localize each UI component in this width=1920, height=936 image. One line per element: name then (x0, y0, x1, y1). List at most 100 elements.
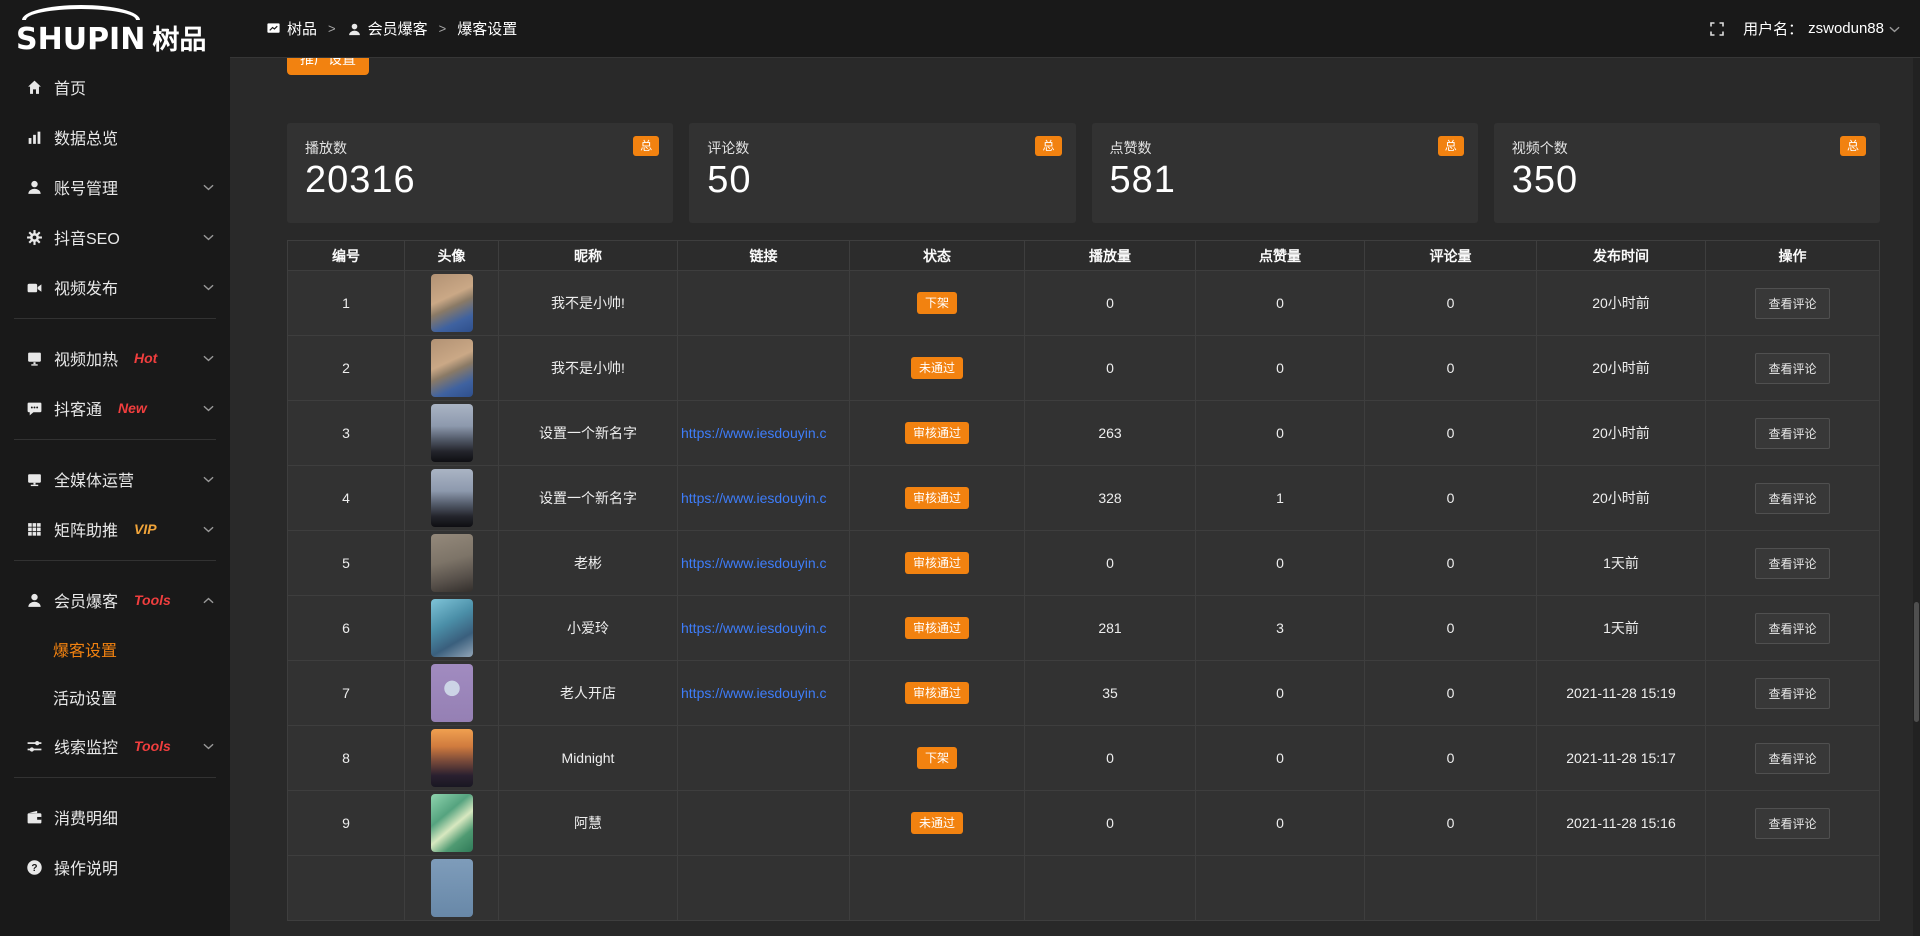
scrollbar-thumb[interactable] (1914, 602, 1919, 722)
sidebar-item-label: 抖音SEO (54, 225, 120, 249)
sidebar-badge-new: New (118, 400, 147, 416)
view-comments-button[interactable]: 查看评论 (1755, 808, 1829, 839)
sidebar: SHUPIN树品 首页数据总览账号管理抖音SEO 视频发布视频加热 Hot 抖客通Ne… (0, 0, 230, 936)
chevron-up-icon (203, 597, 214, 604)
cell-avatar (405, 596, 499, 661)
cell-time (1537, 856, 1706, 921)
sidebar-item-douyin-seo[interactable]: 抖音SEO (0, 212, 230, 262)
chat-icon (26, 400, 43, 417)
table-row: 9 阿慧 未通过 0 0 0 2021-11-28 15:16 查看评论 (288, 791, 1880, 856)
sidebar-item-data-overview[interactable]: 数据总览 (0, 112, 230, 162)
cell-status: 未通过 (850, 336, 1025, 401)
view-comments-button[interactable]: 查看评论 (1755, 353, 1829, 384)
sliders-icon (26, 738, 43, 755)
sidebar-menu: 首页数据总览账号管理抖音SEO 视频发布视频加热 Hot 抖客通New 全媒体运营矩阵助… (0, 58, 230, 892)
sidebar-item-douketong[interactable]: 抖客通New (0, 383, 230, 433)
cell-plays: 0 (1025, 791, 1196, 856)
sidebar-item-consumption-details[interactable]: 消费明细 (0, 792, 230, 842)
main-content: 推广设置 播放数 20316 总 评论数 50 总 点赞数 581 总 视频个数… (230, 0, 1920, 921)
view-comments-button[interactable]: 查看评论 (1755, 548, 1829, 579)
view-comments-button[interactable]: 查看评论 (1755, 743, 1829, 774)
cell-status: 审核通过 (850, 466, 1025, 531)
cell-nickname: 设置一个新名字 (499, 401, 678, 466)
view-comments-button[interactable]: 查看评论 (1755, 418, 1829, 449)
breadcrumb-separator: > (439, 21, 447, 36)
sidebar-item-matrix-boost[interactable]: 矩阵助推VIP (0, 504, 230, 554)
cell-link (678, 791, 850, 856)
cell-id (288, 856, 405, 921)
status-badge: 审核通过 (905, 682, 969, 704)
cell-comments: 0 (1365, 271, 1537, 336)
video-link[interactable]: https://www.iesdouyin.c (678, 555, 849, 571)
view-comments-button[interactable]: 查看评论 (1755, 613, 1829, 644)
cell-plays: 0 (1025, 336, 1196, 401)
sidebar-item-omni-media[interactable]: 全媒体运营 (0, 454, 230, 504)
cell-time: 2021-11-28 15:19 (1537, 661, 1706, 726)
sidebar-item-video-heating[interactable]: 视频加热 Hot (0, 333, 230, 383)
cell-time: 20小时前 (1537, 336, 1706, 401)
cell-nickname: 设置一个新名字 (499, 466, 678, 531)
cell-id: 2 (288, 336, 405, 401)
chevron-down-icon (203, 743, 214, 750)
user-menu[interactable]: 用户名：zswodun88 (1743, 18, 1900, 39)
sidebar-item-label: 视频加热 (54, 346, 118, 370)
breadcrumb-separator: > (328, 21, 336, 36)
stat-card-4: 视频个数 350 总 (1494, 123, 1880, 223)
cell-nickname: 我不是小帅! (499, 271, 678, 336)
cell-status: 下架 (850, 271, 1025, 336)
sidebar-divider (14, 777, 216, 778)
sidebar-item-account-management[interactable]: 账号管理 (0, 162, 230, 212)
sidebar-item-clue-monitor[interactable]: 线索监控Tools (0, 721, 230, 771)
video-table-wrap: 编号头像昵称链接状态播放量点赞量评论量发布时间操作 1 我不是小帅! 下架 0 … (287, 240, 1880, 921)
cell-likes: 1 (1196, 466, 1365, 531)
cell-comments: 0 (1365, 466, 1537, 531)
table-row: 3 设置一个新名字 https://www.iesdouyin.c 审核通过 2… (288, 401, 1880, 466)
chart-icon (26, 129, 43, 146)
view-comments-button[interactable]: 查看评论 (1755, 288, 1829, 319)
avatar (431, 599, 473, 657)
cell-action: 查看评论 (1706, 336, 1880, 401)
video-link[interactable]: https://www.iesdouyin.c (678, 620, 849, 636)
sidebar-item-home[interactable]: 首页 (0, 62, 230, 112)
cell-action: 查看评论 (1706, 466, 1880, 531)
breadcrumb-item-3: 爆客设置 (457, 18, 517, 39)
total-badge: 总 (1438, 136, 1464, 156)
chevron-down-icon (1889, 20, 1900, 37)
view-comments-button[interactable]: 查看评论 (1755, 483, 1829, 514)
sidebar-item-label: 消费明细 (54, 805, 118, 829)
sidebar-badge-hot: Hot (134, 350, 157, 366)
column-header: 评论量 (1365, 241, 1537, 271)
cell-avatar (405, 856, 499, 921)
sidebar-item-operation-guide[interactable]: ?操作说明 (0, 842, 230, 892)
app-logo: SHUPIN树品 (0, 0, 230, 58)
cell-id: 7 (288, 661, 405, 726)
breadcrumb-item-2[interactable]: 会员爆客 (347, 18, 428, 39)
cell-plays: 0 (1025, 726, 1196, 791)
page-scrollbar[interactable] (1913, 58, 1920, 936)
cell-comments: 0 (1365, 596, 1537, 661)
total-badge: 总 (1035, 136, 1061, 156)
breadcrumb: 树品 > 会员爆客 > 爆客设置 (266, 18, 517, 39)
fullscreen-icon[interactable] (1709, 21, 1725, 37)
cell-comments: 0 (1365, 791, 1537, 856)
cell-comments: 0 (1365, 531, 1537, 596)
column-header: 状态 (850, 241, 1025, 271)
sidebar-subitem-baoke-settings[interactable]: 爆客设置 (0, 625, 230, 673)
video-link[interactable]: https://www.iesdouyin.c (678, 490, 849, 506)
status-badge: 审核通过 (905, 552, 969, 574)
breadcrumb-item-1[interactable]: 树品 (266, 18, 317, 39)
cell-comments (1365, 856, 1537, 921)
cell-id: 5 (288, 531, 405, 596)
video-link[interactable]: https://www.iesdouyin.c (678, 685, 849, 701)
header-right: 用户名：zswodun88 (1709, 18, 1900, 39)
logo-text-en: SHUPIN (16, 22, 145, 57)
sidebar-subitem-activity-settings[interactable]: 活动设置 (0, 673, 230, 721)
avatar (431, 729, 473, 787)
cell-plays (1025, 856, 1196, 921)
stat-card-2: 评论数 50 总 (689, 123, 1075, 223)
video-link[interactable]: https://www.iesdouyin.c (678, 425, 849, 441)
view-comments-button[interactable]: 查看评论 (1755, 678, 1829, 709)
cell-link (678, 336, 850, 401)
sidebar-item-video-publish[interactable]: 视频发布 (0, 262, 230, 312)
sidebar-item-member-baoke[interactable]: 会员爆客Tools (0, 575, 230, 625)
